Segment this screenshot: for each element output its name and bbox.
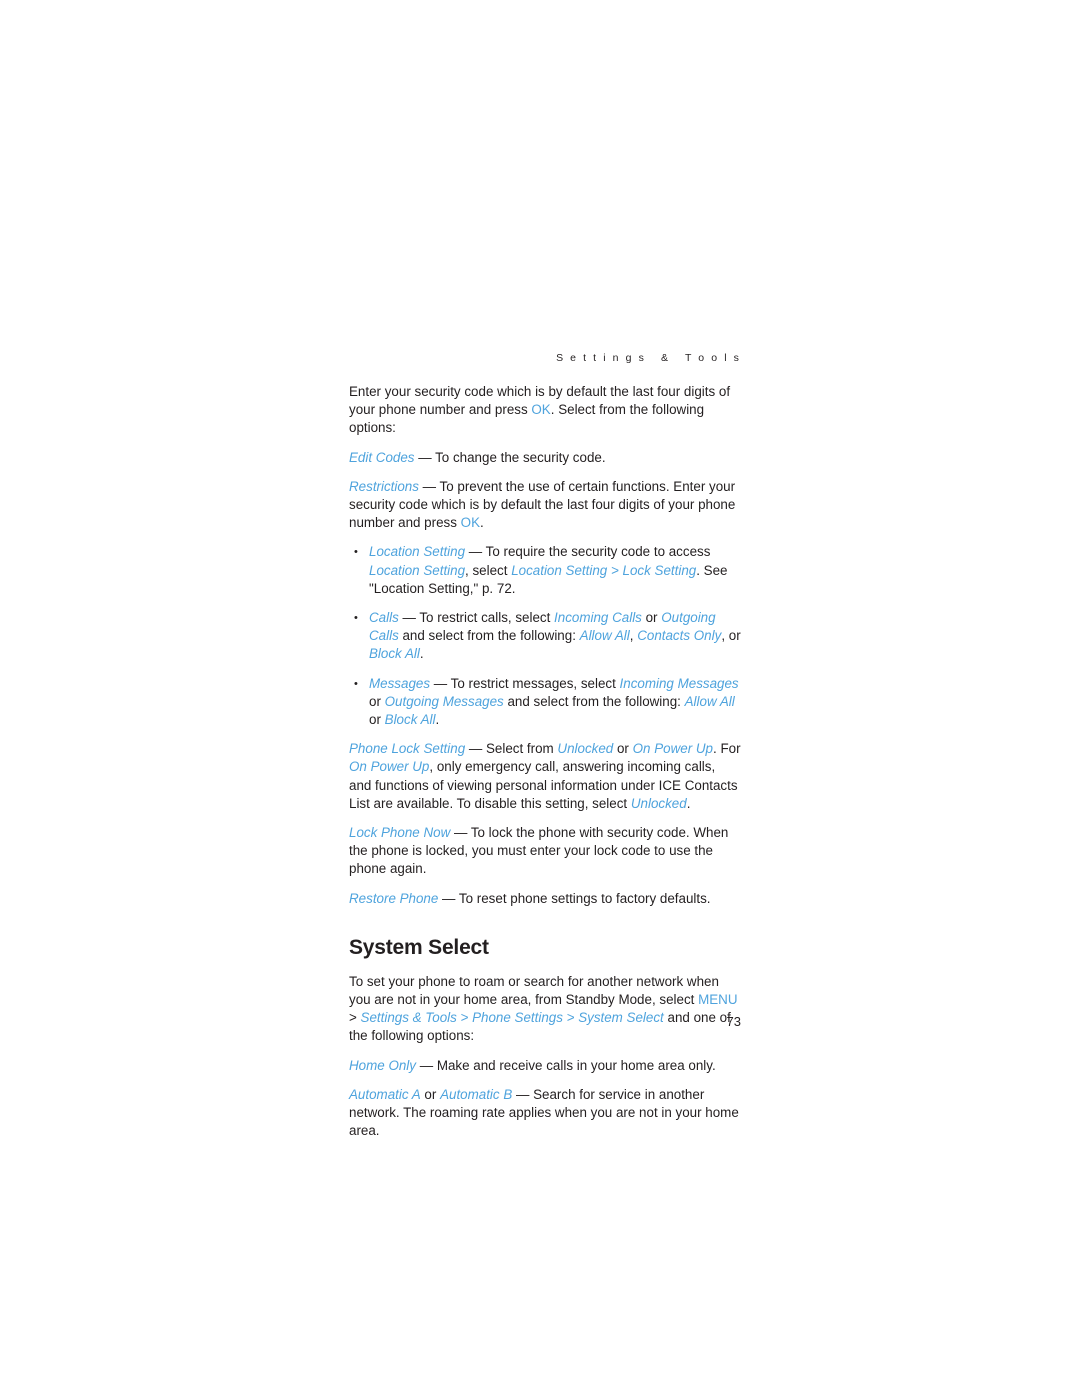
text: To set your phone to roam or search for … — [349, 973, 719, 1008]
text: and select from the following: — [398, 628, 580, 644]
term-automatic-a: Automatic A — [349, 1086, 421, 1102]
term-location-setting: Location Setting — [511, 562, 608, 578]
restore-phone-description: — To reset phone settings to factory def… — [438, 890, 711, 906]
term-restore-phone: Restore Phone — [349, 890, 439, 906]
term-allow-all: Allow All — [684, 693, 735, 709]
term-phone-lock-setting: Phone Lock Setting — [349, 741, 466, 757]
paragraph-edit-codes: Edit Codes — To change the security code… — [349, 449, 741, 467]
term-contacts-only: Contacts Only — [637, 628, 722, 644]
term-block-all: Block All — [384, 712, 436, 728]
text: or — [420, 1086, 441, 1102]
list-item: • Calls — To restrict calls, select Inco… — [349, 609, 741, 664]
page-content: S e t t i n g s & T o o l s Enter your s… — [349, 352, 741, 1152]
paragraph-system-select-intro: To set your phone to roam or search for … — [349, 973, 741, 1046]
text: — To restrict calls, select — [398, 610, 555, 626]
list-item: • Location Setting — To require the secu… — [349, 543, 741, 598]
text: or — [641, 610, 662, 626]
term-on-power-up: On Power Up — [349, 759, 430, 775]
term-location-setting: Location Setting — [369, 544, 466, 560]
section-heading-system-select: System Select — [349, 935, 489, 959]
text: — To restrict messages, select — [430, 675, 620, 691]
bullet-icon: • — [354, 612, 358, 625]
document-page: S e t t i n g s & T o o l s Enter your s… — [0, 0, 1080, 1397]
text: . — [435, 712, 440, 728]
separator: > — [607, 562, 623, 578]
text: , or — [721, 628, 741, 644]
term-outgoing-messages: Outgoing Messages — [384, 693, 504, 709]
term-block-all: Block All — [369, 646, 420, 662]
term-incoming-calls: Incoming Calls — [554, 610, 642, 626]
term-unlocked: Unlocked — [630, 795, 687, 811]
term-location-setting: Location Setting — [369, 562, 466, 578]
menu-key-label: MENU — [698, 992, 738, 1008]
list-item: • Messages — To restrict messages, selec… — [349, 675, 741, 730]
term-edit-codes: Edit Codes — [349, 449, 415, 465]
text: . For — [713, 741, 741, 757]
term-incoming-messages: Incoming Messages — [619, 675, 739, 691]
intro-text-b: your phone number and press — [349, 402, 532, 418]
text: or — [369, 693, 385, 709]
restrictions-description-b: . — [480, 515, 484, 531]
ok-key-label: OK — [531, 402, 551, 418]
paragraph-automatic: Automatic A or Automatic B — Search for … — [349, 1086, 741, 1141]
term-messages: Messages — [369, 675, 431, 691]
restrictions-options-list: • Location Setting — To require the secu… — [349, 543, 741, 729]
term-calls: Calls — [369, 610, 399, 626]
paragraph-restore-phone: Restore Phone — To reset phone settings … — [349, 890, 741, 908]
term-unlocked: Unlocked — [557, 741, 614, 757]
paragraph-intro: Enter your security code which is by def… — [349, 383, 741, 438]
term-on-power-up: On Power Up — [632, 741, 713, 757]
text: or — [613, 741, 633, 757]
text: — To require the security code to access — [465, 544, 711, 560]
term-restrictions: Restrictions — [349, 478, 419, 494]
paragraph-restrictions: Restrictions — To prevent the use of cer… — [349, 478, 741, 533]
text: — Select from — [465, 741, 558, 757]
paragraph-lock-phone-now: Lock Phone Now — To lock the phone with … — [349, 824, 741, 879]
text: , select — [465, 562, 512, 578]
page-number: 73 — [726, 1014, 741, 1029]
intro-text-a: Enter your security code which is by def… — [349, 384, 731, 399]
edit-codes-description: — To change the security code. — [414, 449, 606, 465]
home-only-description: — Make and receive calls in your home ar… — [415, 1057, 716, 1073]
bullet-icon: • — [354, 677, 358, 690]
term-allow-all: Allow All — [579, 628, 630, 644]
term-automatic-b: Automatic B — [440, 1086, 513, 1102]
paragraph-phone-lock-setting: Phone Lock Setting — Select from Unlocke… — [349, 740, 741, 813]
term-lock-phone-now: Lock Phone Now — [349, 825, 451, 841]
ok-key-label: OK — [460, 515, 481, 531]
bullet-icon: • — [354, 546, 358, 559]
text: and select from the following: — [503, 693, 685, 709]
term-home-only: Home Only — [349, 1057, 416, 1073]
text: . — [686, 795, 691, 811]
text: . — [419, 646, 424, 662]
text: or — [369, 712, 385, 728]
term-lock-setting: Lock Setting — [622, 562, 697, 578]
paragraph-home-only: Home Only — Make and receive calls in yo… — [349, 1057, 741, 1075]
running-header: S e t t i n g s & T o o l s — [556, 352, 741, 364]
